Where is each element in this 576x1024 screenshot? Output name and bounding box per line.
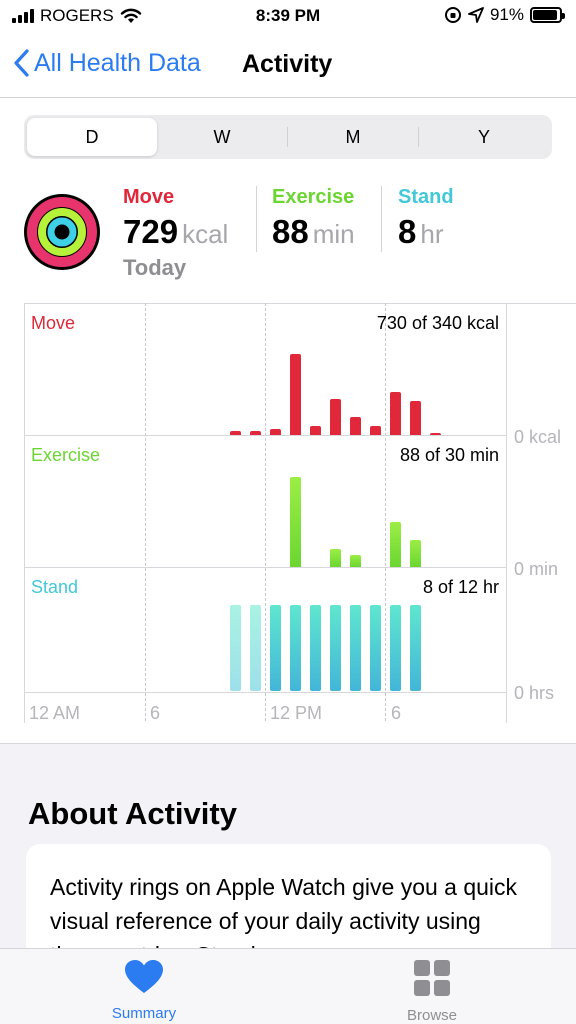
stand-bar [369, 605, 381, 691]
location-icon [468, 7, 484, 23]
stand-unit: hr [420, 219, 444, 249]
chart-baseline [24, 435, 506, 436]
summary-divider [256, 186, 257, 252]
summary-divider [381, 186, 382, 252]
exercise-bar [389, 522, 401, 567]
move-unit: kcal [182, 219, 229, 249]
exercise-label: Exercise [272, 186, 355, 208]
move-summary: Move 729 kcal Today [123, 186, 228, 281]
stand-bar [289, 605, 301, 691]
back-button-label: All Health Data [34, 48, 201, 77]
segment-month[interactable]: M [288, 118, 418, 156]
heart-icon [125, 960, 163, 993]
move-bar [329, 399, 341, 435]
move-bar [409, 400, 421, 435]
chart-baseline [24, 567, 506, 568]
stand-bar [409, 605, 421, 691]
summary-date: Today [123, 255, 187, 280]
page-title: Activity [242, 50, 333, 78]
chart-gridline [385, 303, 386, 721]
move-value-row: 729 kcal [123, 213, 228, 251]
move-bar [429, 433, 441, 435]
stand-label: Stand [398, 186, 454, 208]
move-bar [249, 430, 261, 435]
move-bar [289, 354, 301, 435]
stand-bar [329, 605, 341, 691]
battery-icon [530, 7, 565, 23]
chart-gridline [265, 303, 266, 721]
stand-summary: Stand 8 hr [398, 186, 454, 251]
move-bar [269, 428, 281, 435]
move-axis-label: 0 kcal [514, 427, 562, 447]
stand-bar [249, 605, 261, 691]
segment-year[interactable]: Y [419, 118, 549, 156]
x-tick-label: 6 [150, 703, 161, 723]
chart-baseline [24, 692, 506, 693]
activity-rings-icon [24, 194, 100, 270]
move-bar [389, 391, 401, 435]
chart-gridline [145, 303, 146, 721]
tab-summary-label: Summary [111, 1005, 177, 1022]
stand-bar [269, 605, 281, 691]
status-right: 91% [444, 5, 565, 25]
stand-bar [349, 605, 361, 691]
navigation-bar: All Health Data Activity [0, 34, 576, 98]
chart-frame [506, 303, 507, 723]
move-value: 729 [123, 213, 179, 250]
move-bar [349, 417, 361, 435]
tab-browse[interactable]: Browse [372, 959, 492, 1024]
status-bar: ROGERS 8:39 PM 91% [0, 0, 576, 34]
stand-value-row: 8 hr [398, 213, 454, 251]
move-bar [309, 426, 321, 435]
time-range-segmented-control: D W M Y [24, 115, 552, 159]
move-label: Move [123, 186, 175, 208]
exercise-bar [409, 540, 421, 567]
chart-frame [24, 303, 25, 723]
stand-axis-label: 0 hrs [514, 683, 555, 703]
x-tick-label: 12 AM [29, 703, 81, 723]
move-bar [369, 426, 381, 435]
tab-browse-label: Browse [406, 1007, 458, 1024]
chevron-left-icon [14, 49, 29, 77]
stand-bar [309, 605, 321, 691]
tab-bar: Summary Browse [0, 948, 576, 1024]
move-chart-goal: 730 of 340 kcal [376, 313, 499, 333]
stand-value: 8 [398, 213, 417, 250]
exercise-bar [289, 477, 301, 567]
stand-chart-title: Stand [31, 577, 79, 597]
stand-bar [229, 605, 241, 691]
back-button[interactable]: All Health Data [12, 48, 201, 78]
exercise-unit: min [312, 219, 355, 249]
orientation-lock-icon [444, 7, 461, 23]
segment-week[interactable]: W [157, 118, 287, 156]
about-title: About Activity [28, 796, 237, 831]
exercise-chart-title: Exercise [31, 445, 101, 465]
exercise-bar [329, 549, 341, 567]
stand-chart-goal: 8 of 12 hr [422, 577, 499, 597]
grid-icon [414, 960, 450, 996]
stand-bar [389, 605, 401, 691]
exercise-axis-label: 0 min [514, 559, 559, 579]
x-tick-label: 6 [391, 703, 402, 723]
move-chart-title: Move [31, 313, 76, 333]
exercise-summary: Exercise 88 min [272, 186, 355, 251]
exercise-value: 88 [272, 213, 309, 250]
exercise-value-row: 88 min [272, 213, 355, 251]
segment-day[interactable]: D [27, 118, 157, 156]
exercise-bar [349, 555, 361, 567]
battery-percent: 91% [489, 5, 524, 24]
move-bar [229, 430, 241, 435]
x-tick-label: 12 PM [270, 703, 323, 723]
tab-summary[interactable]: Summary [84, 959, 204, 1022]
exercise-chart-goal: 88 of 30 min [399, 445, 499, 465]
